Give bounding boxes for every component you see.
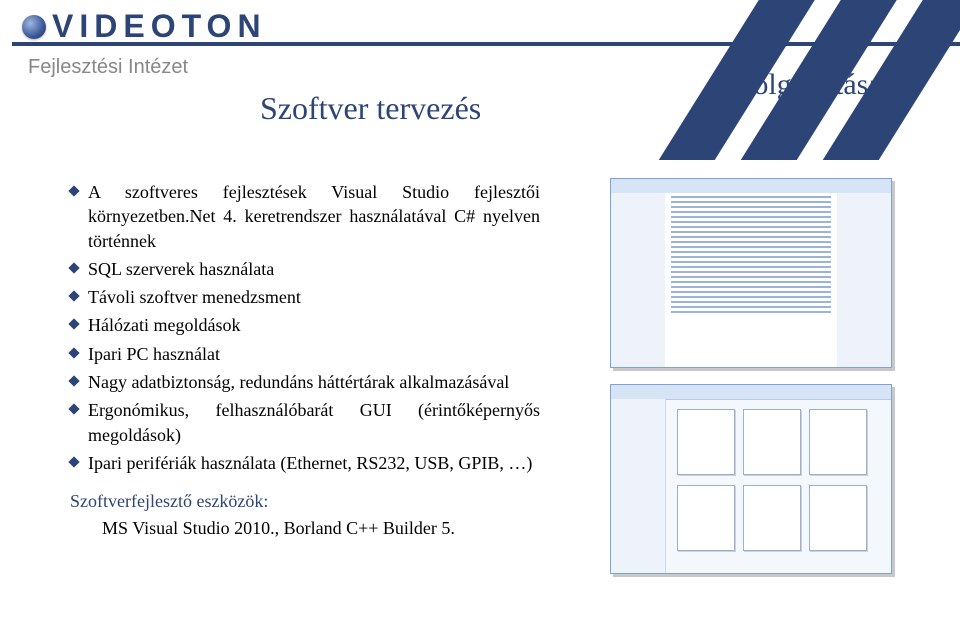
logo-sphere-icon [22,15,46,39]
db-diagram-thumbnail [610,384,892,574]
list-item: Ergonómikus, felhasználóbarát GUI (érint… [70,398,540,447]
brand-subtitle: Fejlesztési Intézet [28,56,188,79]
header-rule [12,42,960,46]
list-item: Nagy adatbiztonság, redundáns háttértára… [70,370,540,394]
tools-value: MS Visual Studio 2010., Borland C++ Buil… [102,516,540,540]
content-column: A szoftveres fejlesztések Visual Studio … [70,180,540,540]
list-item: A szoftveres fejlesztések Visual Studio … [70,180,540,253]
screenshot-thumbnails [610,178,890,574]
list-item: Hálózati megoldások [70,313,540,337]
visual-studio-thumbnail [610,178,892,368]
page-title: Szoftver tervezés [260,90,481,127]
brand-name: VIDEOTON [52,8,267,45]
list-item: Ipari perifériák használata (Ethernet, R… [70,451,540,475]
brand-logo: VIDEOTON [22,8,267,45]
bullet-list: A szoftveres fejlesztések Visual Studio … [70,180,540,475]
tools-label: Szoftverfejlesztő eszközök: [70,489,540,513]
list-item: Távoli szoftver menedzsment [70,285,540,309]
list-item: SQL szerverek használata [70,257,540,281]
list-item: Ipari PC használat [70,342,540,366]
section-label: Szolgáltatásaink [723,68,920,102]
